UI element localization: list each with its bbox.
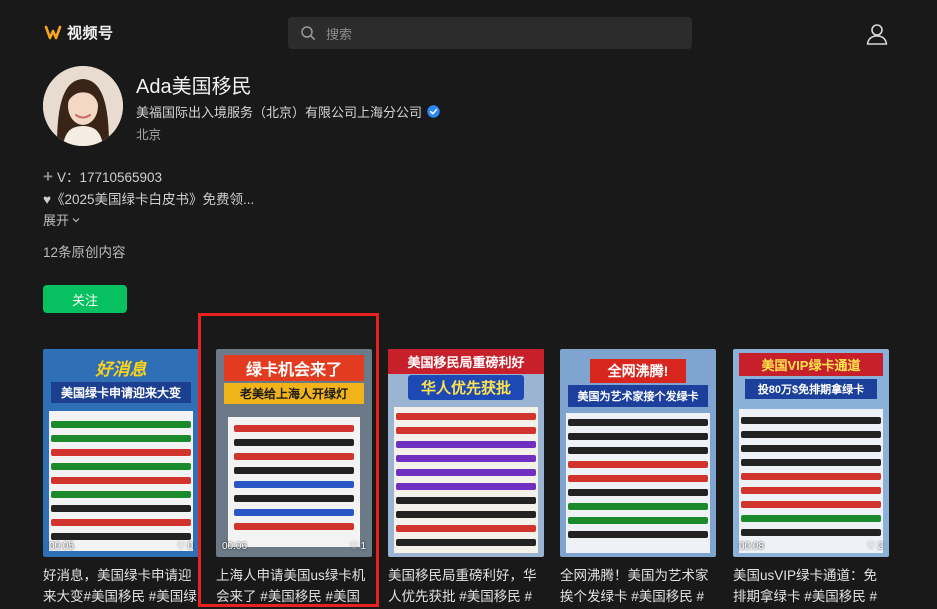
company-name: 美福国际出入境服务（北京）有限公司上海分公司 [136, 105, 423, 120]
heart-icon: ♡ [866, 541, 876, 552]
heart-icon: ♡ [176, 541, 186, 552]
video-title-banner: 美国移民局重磅利好 [388, 349, 544, 374]
video-card[interactable]: 全网沸腾! 美国为艺术家接个发绿卡 全网沸腾！美国为艺术家挨个发绿卡 #美国移民… [560, 349, 716, 607]
video-subtitle-banner: 华人优先获批 [408, 375, 524, 400]
video-likes: ♡ 0 [176, 541, 193, 552]
search-input[interactable]: 搜索 [326, 24, 352, 43]
video-subtitle-banner: 投80万$免排期拿绿卡 [745, 379, 877, 399]
chevron-down-icon [72, 217, 80, 222]
video-caption[interactable]: 美国移民局重磅利好，华人优先获批 #美国移民 #美国绿卡 [388, 565, 544, 607]
video-caption[interactable]: 美国usVIP绿卡通道：免排期拿绿卡 #美国移民 #美国绿卡 [733, 565, 889, 607]
video-card[interactable]: 美国VIP绿卡通道 投80万$免排期拿绿卡 00:08 ♡ 2 美国usVIP绿… [733, 349, 889, 607]
channels-logo-icon [44, 25, 62, 39]
app-logo[interactable]: 视频号 [44, 22, 114, 43]
profile-location: 北京 [136, 128, 162, 142]
video-title-banner: 绿卡机会来了 [224, 355, 364, 381]
video-subtitle-banner: 美国绿卡申请迎来大变 [51, 382, 191, 403]
video-card[interactable]: 好消息 美国绿卡申请迎来大变 00:05 ♡ 0 好消息，美国绿卡申请迎来大变#… [43, 349, 199, 607]
video-title-banner: 好消息 [95, 360, 147, 379]
verified-icon [427, 105, 440, 118]
video-title-banner: 美国VIP绿卡通道 [739, 353, 883, 376]
expand-label: 展开 [43, 213, 70, 228]
search-bar[interactable]: 搜索 [288, 17, 692, 49]
video-caption[interactable]: 好消息，美国绿卡申请迎来大变#美国移民 #美国绿卡 [43, 565, 199, 607]
video-caption[interactable]: 上海人申请美国us绿卡机会来了 #美国移民 #美国绿卡 [216, 565, 372, 607]
search-icon [301, 26, 315, 40]
video-thumbnail[interactable]: 好消息 美国绿卡申请迎来大变 00:05 ♡ 0 [43, 349, 199, 557]
video-duration: 00:08 [739, 541, 765, 552]
company-info: 美福国际出入境服务（北京）有限公司上海分公司 [136, 102, 440, 121]
video-card[interactable]: 绿卡机会来了 老美给上海人开绿灯 00:06 ♡ 1 上海人申请美国us绿卡机会… [216, 349, 372, 607]
video-title-banner: 全网沸腾! [590, 359, 686, 383]
app-name: 视频号 [67, 25, 114, 42]
video-thumbnail[interactable]: 美国VIP绿卡通道 投80万$免排期拿绿卡 00:08 ♡ 2 [733, 349, 889, 557]
contact-info: + V：17710565903 [43, 166, 162, 186]
video-card[interactable]: 美国移民局重磅利好 华人优先获批 美国移民局重磅利好，华人优先获批 #美国移民 … [388, 349, 544, 607]
plus-icon: + [43, 166, 53, 186]
avatar [43, 66, 123, 146]
video-duration: 00:06 [222, 541, 248, 552]
heart-icon: ♡ [349, 541, 359, 552]
video-likes: ♡ 2 [866, 541, 883, 552]
video-subtitle-banner: 美国为艺术家接个发绿卡 [568, 385, 708, 407]
content-count: 12条原创内容 [43, 245, 126, 260]
video-subtitle-banner: 老美给上海人开绿灯 [224, 383, 364, 404]
avatar-portrait [43, 66, 123, 146]
contact-text: V：17710565903 [56, 170, 163, 185]
follow-button[interactable]: 关注 [43, 285, 127, 313]
video-thumbnail[interactable]: 绿卡机会来了 老美给上海人开绿灯 00:06 ♡ 1 [216, 349, 372, 557]
profile-description: ♥《2025美国绿卡白皮书》免费领... [43, 192, 255, 207]
video-likes: ♡ 1 [349, 541, 366, 552]
expand-button[interactable]: 展开 [43, 210, 81, 229]
user-icon[interactable] [864, 21, 890, 47]
profile-name: Ada美国移民 [136, 76, 252, 98]
video-caption[interactable]: 全网沸腾！美国为艺术家挨个发绿卡 #美国移民 #美国绿卡 [560, 565, 716, 607]
video-thumbnail[interactable]: 全网沸腾! 美国为艺术家接个发绿卡 [560, 349, 716, 557]
video-duration: 00:05 [49, 541, 75, 552]
top-bar: 视频号 搜索 [0, 0, 937, 64]
video-thumbnail[interactable]: 美国移民局重磅利好 华人优先获批 [388, 349, 544, 557]
